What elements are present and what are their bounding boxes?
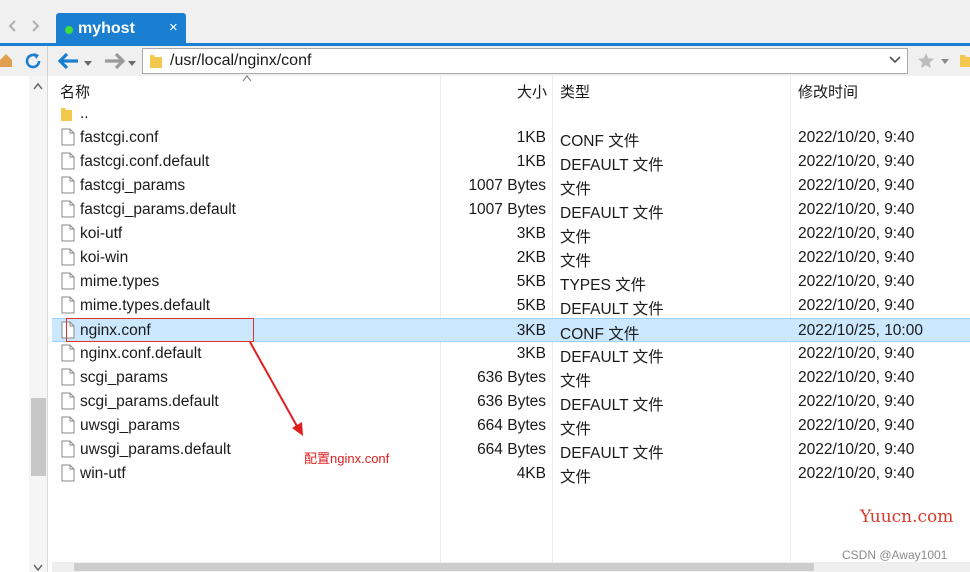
annotation-text: 配置nginx.conf — [304, 451, 390, 466]
annotation-arrow-icon — [249, 341, 303, 436]
author-watermark: CSDN @Away1001 — [842, 548, 948, 562]
site-watermark: Yuucn.com — [860, 507, 954, 527]
